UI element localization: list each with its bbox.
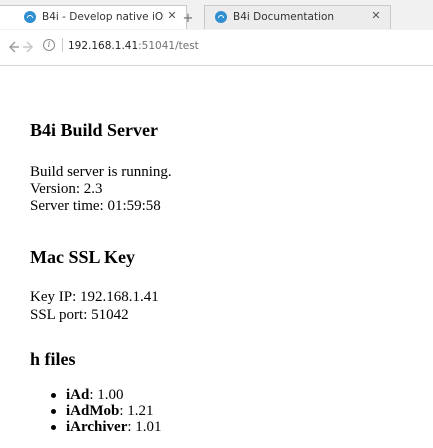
bullet-icon: [51, 393, 56, 398]
bullet-icon: [51, 409, 56, 414]
tab-close-icon[interactable]: ✕: [166, 10, 178, 22]
b4x-favicon-icon: [215, 11, 227, 23]
library-list: iAd: 1.00 iAdMob: 1.21 iArchiver: 1.01: [48, 387, 162, 435]
tab-b4i-documentation[interactable]: B4i Documentation ✕: [204, 5, 391, 29]
page-title: B4i Build Server: [30, 120, 159, 140]
address-separator: [62, 38, 63, 52]
url-host: 192.168.1.41: [68, 40, 139, 52]
key-ip: Key IP: 192.168.1.41: [30, 289, 159, 305]
library-name: iArchiver: [66, 419, 128, 435]
h-files-heading: h files: [30, 349, 76, 369]
library-version: : 1.00: [89, 387, 124, 403]
b4x-favicon-icon: [24, 11, 36, 23]
server-version: Version: 2.3: [30, 181, 103, 197]
url-path: :51041/test: [138, 40, 199, 52]
new-tab-button[interactable]: +: [181, 12, 195, 26]
tab-close-icon[interactable]: ✕: [370, 10, 382, 22]
tab-title: B4i - Develop native iOS a...: [42, 11, 164, 23]
address-bar[interactable]: 192.168.1.41:51041/test: [68, 37, 368, 55]
navigation-toolbar: i 192.168.1.41:51041/test: [0, 30, 433, 66]
library-name: iAd: [66, 387, 90, 403]
browser-chrome: B4i - Develop native iOS a... ✕ + B4i Do…: [0, 0, 433, 66]
bullet-icon: [51, 425, 56, 430]
list-item: iAd: 1.00: [48, 387, 162, 403]
page-content: B4i Build Server Build server is running…: [0, 66, 433, 448]
server-time: Server time: 01:59:58: [30, 198, 161, 214]
list-item: iArchiver: 1.01: [48, 419, 162, 435]
library-version: : 1.21: [119, 403, 154, 419]
tab-strip: B4i - Develop native iOS a... ✕ + B4i Do…: [0, 0, 433, 30]
list-item: iAdMob: 1.21: [48, 403, 162, 419]
ssl-port: SSL port: 51042: [30, 307, 129, 323]
tab-title: B4i Documentation: [233, 11, 335, 23]
ssl-key-heading: Mac SSL Key: [30, 247, 136, 267]
library-version: : 1.01: [127, 419, 162, 435]
back-arrow-icon[interactable]: [6, 40, 20, 54]
tab-b4i-develop[interactable]: B4i - Develop native iOS a... ✕: [0, 5, 187, 29]
server-status: Build server is running.: [30, 164, 172, 180]
site-info-icon[interactable]: i: [43, 39, 55, 51]
forward-arrow-icon[interactable]: [22, 40, 36, 54]
library-name: iAdMob: [66, 403, 120, 419]
